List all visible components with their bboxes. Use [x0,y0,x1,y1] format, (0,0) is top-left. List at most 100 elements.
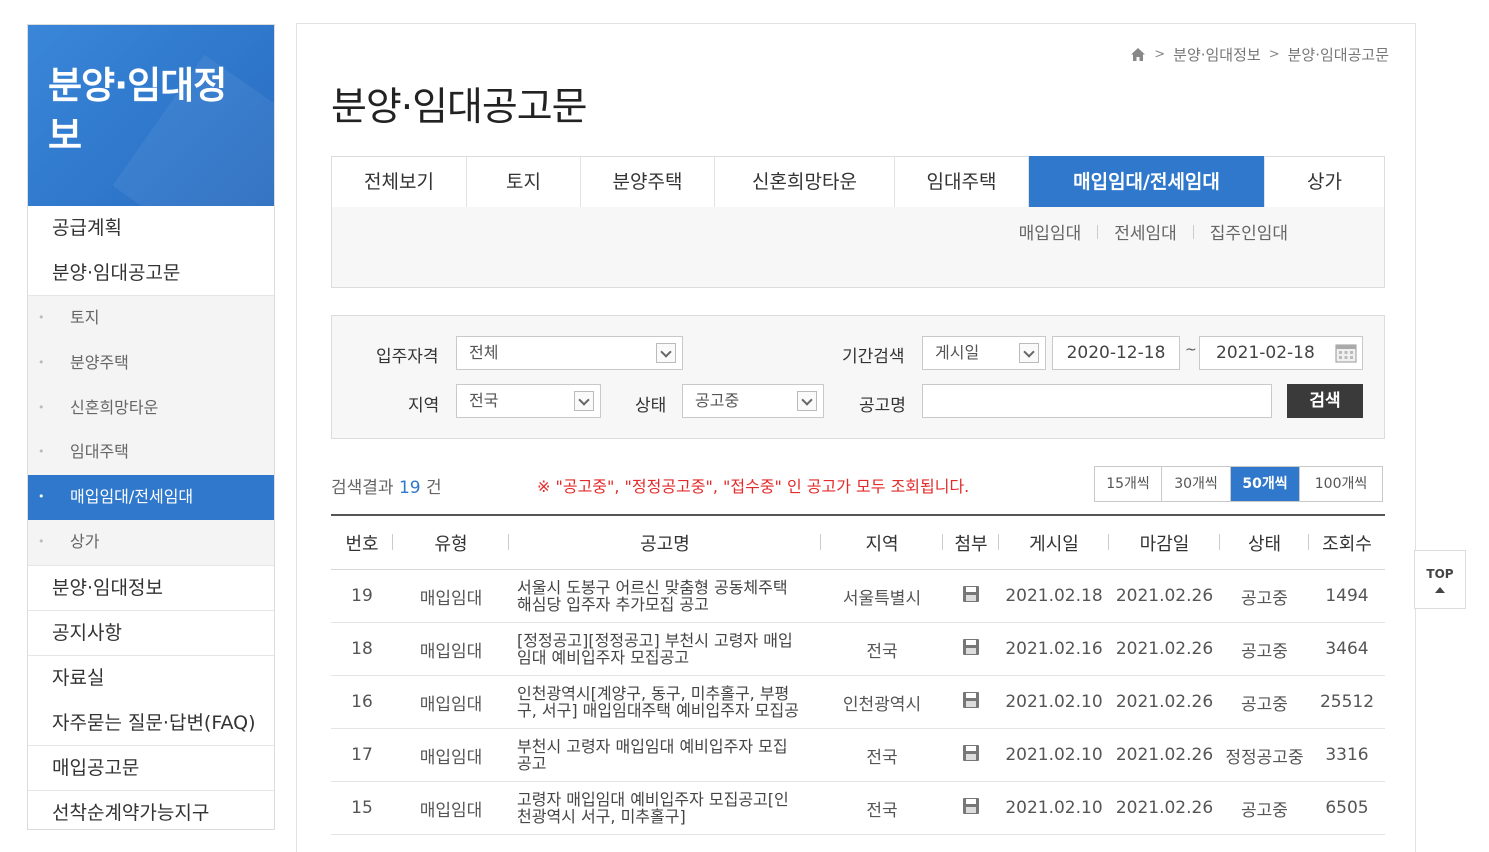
cell-region: 전국 [866,641,898,662]
sidebar-item-archive[interactable]: 자료실 [28,656,274,701]
cell-title-link[interactable]: 부천시 고령자 매입임대 예비입주자 모집 공고 [509,738,821,772]
sidebar-subitem-rental-housing[interactable]: 임대주택 [28,430,274,475]
cell-views: 3464 [1325,639,1369,659]
per-page-15[interactable]: 15개씩 [1095,467,1162,501]
divider [1097,224,1099,239]
sidebar-item-notices[interactable]: 분양·임대공고문 [28,251,274,296]
tab-land[interactable]: 토지 [467,157,581,207]
file-save-icon[interactable] [962,585,980,603]
col-due-date: 마감일 [1109,530,1220,556]
subtab-jeonse[interactable]: 전세임대 [1114,219,1177,244]
sidebar-item-announcements[interactable]: 공지사항 [28,611,274,656]
breadcrumb-item[interactable]: 분양·임대정보 [1173,44,1261,65]
cell-attachment [943,585,999,608]
sidebar-subitem-land[interactable]: 토지 [28,296,274,341]
cell-due-date: 2021.02.26 [1115,745,1214,765]
cell-views: 3316 [1325,745,1369,765]
sidebar-item-first-come[interactable]: 선착순계약가능지구 [28,791,274,836]
cell-title-line: 고령자 매입임대 예비입주자 모집공고[인 [517,790,789,809]
sidebar-item-faq[interactable]: 자주묻는 질문·답변(FAQ) [28,701,274,746]
sidebar-subitem-sale-housing[interactable]: 분양주택 [28,341,274,386]
cell-status: 공고중 [1241,641,1288,662]
file-save-icon[interactable] [962,797,980,815]
tab-all[interactable]: 전체보기 [332,157,467,207]
sidebar-item-purchase-notices[interactable]: 매입공고문 [28,746,274,791]
cell-title-line: [정정공고][정정공고] 부천시 고령자 매입 [517,631,793,650]
calendar-icon[interactable] [1334,342,1358,364]
chevron-down-icon [656,343,676,363]
cell-type: 매입임대 [419,588,483,609]
tab-sale-housing[interactable]: 분양주택 [581,157,715,207]
cell-post-date: 2021.02.10 [1005,798,1103,818]
col-title: 공고명 [509,530,821,556]
sidebar-subitem-commercial[interactable]: 상가 [28,520,274,565]
cell-type: 매입임대 [419,694,483,715]
period-type-select[interactable]: 게시일 [922,336,1046,370]
cell-post-date: 2021.02.10 [1005,745,1103,765]
eligibility-select[interactable]: 전체 [456,336,683,370]
per-page-50[interactable]: 50개씩 [1231,467,1300,501]
cell-post-date: 2021.02.18 [1005,586,1103,606]
region-value: 전국 [469,391,499,410]
subtab-landlord[interactable]: 집주인임대 [1210,219,1288,244]
cell-title-line: 부천시 고령자 매입임대 예비입주자 모집 [517,737,788,756]
col-status: 상태 [1220,530,1309,556]
cell-due-date: 2021.02.26 [1115,586,1214,606]
cell-status: 공고중 [1241,694,1288,715]
sidebar-item-info[interactable]: 분양·임대정보 [28,566,274,611]
notice-name-input[interactable] [922,384,1272,418]
sidebar-title: 분양·임대정보 [48,64,227,157]
tab-purchase-rental[interactable]: 매입임대/전세임대 [1029,156,1265,208]
sidebar: 분양·임대정보 공급계획 분양·임대공고문 토지 분양주택 신혼희망타운 임대주… [27,24,275,830]
per-page-100[interactable]: 100개씩 [1300,467,1382,501]
cell-number: 17 [351,745,373,765]
table-row: 16 매입임대 인천광역시[계양구, 동구, 미추홀구, 부평 구, 서구] 매… [331,676,1385,729]
file-save-icon[interactable] [962,691,980,709]
tab-rental-housing[interactable]: 임대주택 [895,157,1029,207]
cell-title-line: 해심당 입주자 추가모집 공고 [517,595,709,614]
search-button[interactable]: 검색 [1287,384,1363,418]
cell-region: 인천광역시 [842,694,922,715]
eligibility-label: 입주자격 [376,347,439,367]
file-save-icon[interactable] [962,638,980,656]
date-from-input[interactable]: 2020-12-18 [1052,336,1180,370]
subtab-purchase[interactable]: 매입임대 [1019,219,1082,244]
col-views: 조회수 [1322,533,1372,555]
cell-region: 서울특별시 [842,588,922,609]
sidebar-item-supply-plan[interactable]: 공급계획 [28,206,274,251]
table-row: 19 매입임대 서울시 도봉구 어르신 맞춤형 공동체주택 해심당 입주자 추가… [331,570,1385,623]
chevron-down-icon [1019,343,1039,363]
cell-title-link[interactable]: [정정공고][정정공고] 부천시 고령자 매입 임대 예비입주자 모집공고 [509,632,821,666]
cell-title-link[interactable]: 인천광역시[계양구, 동구, 미추홀구, 부평 구, 서구] 매입임대주택 예비… [509,685,821,719]
cell-due-date: 2021.02.26 [1115,639,1214,659]
page-title: 분양·임대공고문 [331,85,588,130]
date-range-sep: ~ [1185,342,1197,358]
results-prefix: 검색결과 [331,478,394,498]
region-select[interactable]: 전국 [456,384,601,418]
status-label: 상태 [635,396,667,416]
period-label: 기간검색 [842,347,905,367]
col-type: 유형 [393,530,509,556]
cell-region: 전국 [866,800,898,821]
cell-title-line: 천광역시 서구, 미추홀구] [517,807,686,826]
cell-title-link[interactable]: 서울시 도봉구 어르신 맞춤형 공동체주택 해심당 입주자 추가모집 공고 [509,579,821,613]
tab-newlywed-town[interactable]: 신혼희망타운 [715,157,895,207]
cell-due-date: 2021.02.26 [1115,798,1214,818]
per-page-30[interactable]: 30개씩 [1162,467,1231,501]
chevron-right-icon: > [1154,47,1166,62]
home-icon[interactable] [1130,47,1146,62]
date-to-input[interactable]: 2021-02-18 [1199,336,1363,370]
col-number: 번호 [331,530,393,556]
cell-title-link[interactable]: 고령자 매입임대 예비입주자 모집공고[인 천광역시 서구, 미추홀구] [509,791,821,825]
scroll-top-button[interactable]: TOP [1414,550,1466,609]
tab-commercial[interactable]: 상가 [1265,157,1384,207]
col-region: 지역 [821,530,943,556]
notice-name-label: 공고명 [859,396,906,416]
file-save-icon[interactable] [962,744,980,762]
cell-attachment [943,744,999,767]
sidebar-subitem-newlywed-town[interactable]: 신혼희망타운 [28,386,274,431]
cell-views: 1494 [1325,586,1369,606]
notice-table: 번호 유형 공고명 지역 첨부 게시일 마감일 상태 조회수 19 매입임대 서… [331,514,1385,835]
sidebar-subitem-purchase-rental[interactable]: 매입임대/전세임대 [28,475,274,520]
status-select[interactable]: 공고중 [682,384,824,418]
